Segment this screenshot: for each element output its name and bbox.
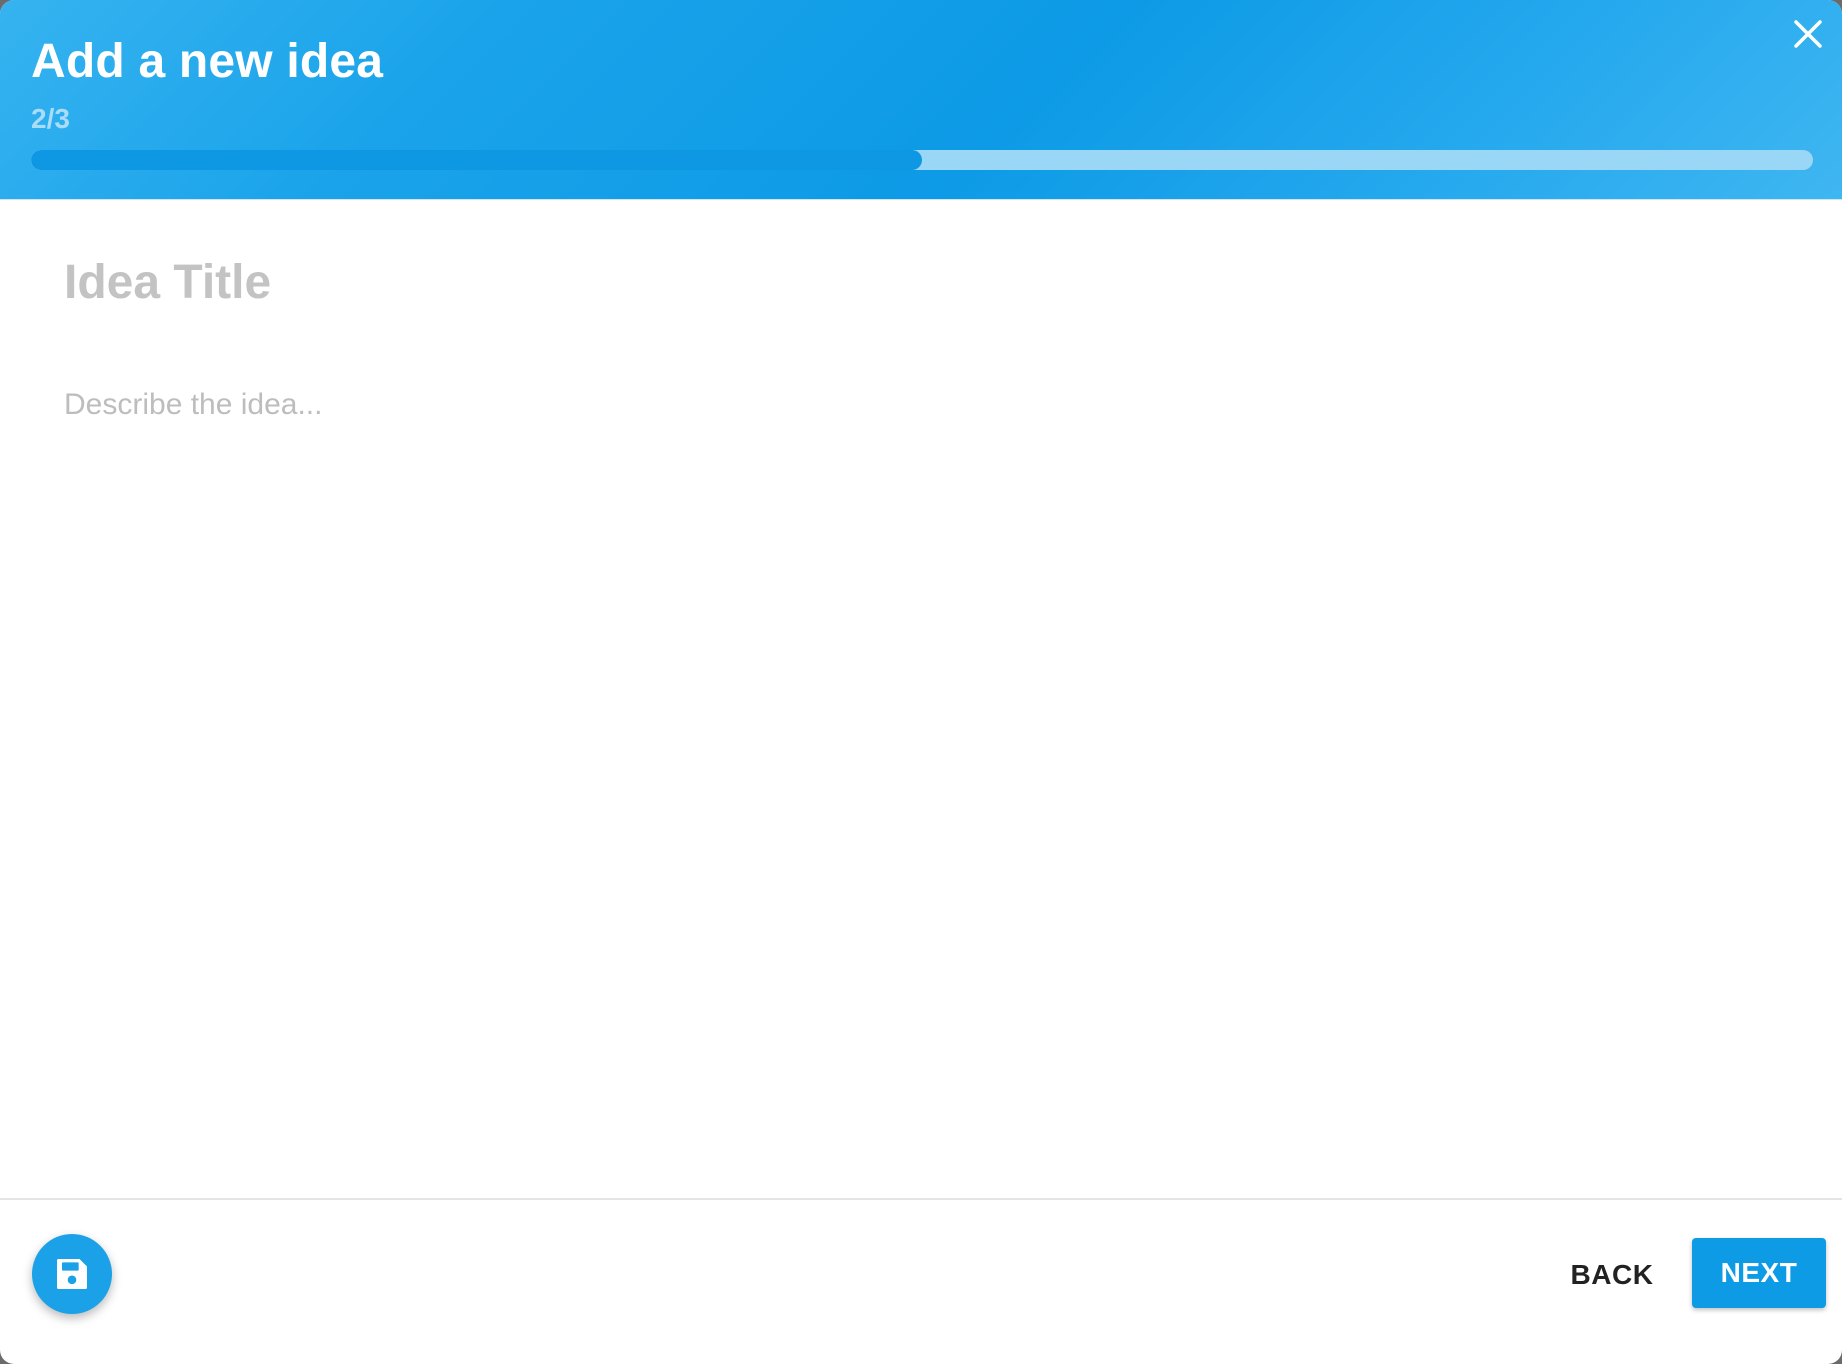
dialog-footer: BACK NEXT bbox=[0, 1198, 1842, 1364]
close-button[interactable] bbox=[1788, 14, 1828, 54]
floppy-disk-icon bbox=[57, 1259, 87, 1289]
progress-bar-fill bbox=[31, 150, 922, 170]
close-icon bbox=[1794, 20, 1822, 48]
dialog-title: Add a new idea bbox=[31, 35, 384, 88]
add-idea-dialog: Add a new idea 2/3 BACK NEXT bbox=[0, 0, 1842, 1364]
idea-description-textarea[interactable] bbox=[64, 388, 1764, 1148]
idea-title-input[interactable] bbox=[64, 250, 1764, 314]
next-button[interactable]: NEXT bbox=[1692, 1238, 1826, 1308]
back-button[interactable]: BACK bbox=[1550, 1240, 1674, 1310]
step-counter: 2/3 bbox=[31, 103, 70, 134]
dialog-body bbox=[0, 200, 1842, 1198]
progress-bar bbox=[31, 150, 1813, 170]
dialog-header: Add a new idea 2/3 bbox=[0, 0, 1842, 200]
save-draft-button[interactable] bbox=[32, 1234, 112, 1314]
